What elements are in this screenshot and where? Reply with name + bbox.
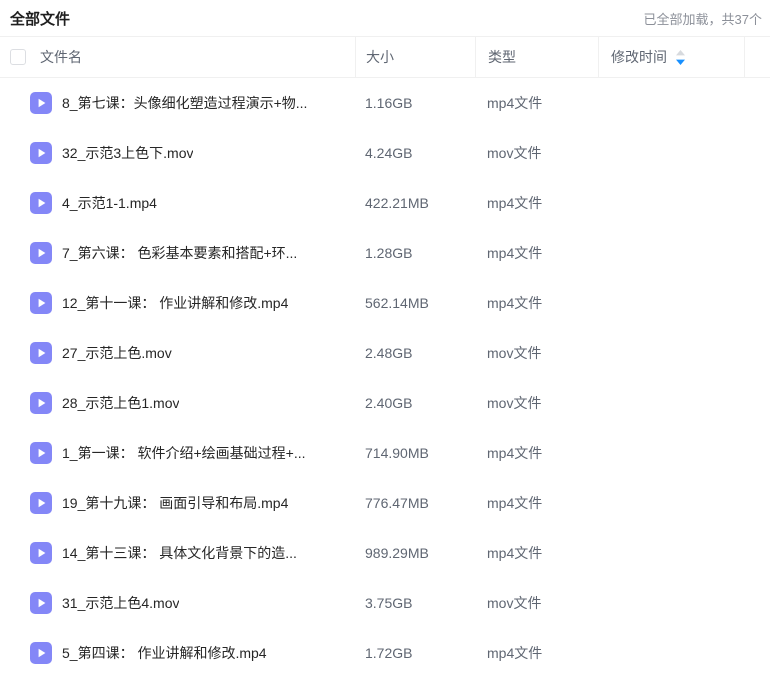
file-name[interactable]: 28_示范上色1.mov — [62, 393, 179, 413]
video-file-icon — [30, 142, 52, 164]
file-name[interactable]: 1_第一课： 软件介绍+绘画基础过程+... — [62, 443, 305, 463]
file-type: mov文件 — [475, 143, 598, 163]
file-type: mov文件 — [475, 593, 598, 613]
column-header-modified[interactable]: 修改时间 — [598, 37, 744, 77]
file-name-cell[interactable]: 5_第四课： 作业讲解和修改.mp4 — [0, 642, 355, 664]
video-file-icon — [30, 192, 52, 214]
column-header-size[interactable]: 大小 — [355, 37, 475, 77]
file-list: 8_第七课：头像细化塑造过程演示+物... 1.16GB mp4文件 32_示范… — [0, 78, 770, 678]
file-name-cell[interactable]: 19_第十九课： 画面引导和布局.mp4 — [0, 492, 355, 514]
file-name[interactable]: 31_示范上色4.mov — [62, 593, 179, 613]
video-file-icon — [30, 642, 52, 664]
video-file-icon — [30, 492, 52, 514]
topbar: 全部文件 已全部加载，共37个 — [0, 0, 770, 36]
video-file-icon — [30, 592, 52, 614]
file-name-cell[interactable]: 7_第六课： 色彩基本要素和搭配+环... — [0, 242, 355, 264]
table-header: 文件名 大小 类型 修改时间 — [0, 36, 770, 78]
file-name-cell[interactable]: 8_第七课：头像细化塑造过程演示+物... — [0, 92, 355, 114]
file-type: mov文件 — [475, 393, 598, 413]
file-name-cell[interactable]: 1_第一课： 软件介绍+绘画基础过程+... — [0, 442, 355, 464]
file-type: mp4文件 — [475, 543, 598, 563]
table-row[interactable]: 31_示范上色4.mov 3.75GB mov文件 — [0, 578, 770, 628]
video-file-icon — [30, 442, 52, 464]
file-size: 562.14MB — [355, 295, 475, 311]
file-name[interactable]: 27_示范上色.mov — [62, 343, 172, 363]
file-type: mov文件 — [475, 343, 598, 363]
file-name[interactable]: 14_第十三课： 具体文化背景下的造... — [62, 543, 297, 563]
file-size: 776.47MB — [355, 495, 475, 511]
video-file-icon — [30, 92, 52, 114]
file-type: mp4文件 — [475, 643, 598, 663]
video-file-icon — [30, 542, 52, 564]
sort-caret-icon[interactable] — [675, 49, 686, 66]
file-type: mp4文件 — [475, 193, 598, 213]
file-name[interactable]: 5_第四课： 作业讲解和修改.mp4 — [62, 643, 267, 663]
file-name-cell[interactable]: 28_示范上色1.mov — [0, 392, 355, 414]
file-name[interactable]: 19_第十九课： 画面引导和布局.mp4 — [62, 493, 288, 513]
file-type: mp4文件 — [475, 443, 598, 463]
table-row[interactable]: 5_第四课： 作业讲解和修改.mp4 1.72GB mp4文件 — [0, 628, 770, 678]
file-name-cell[interactable]: 27_示范上色.mov — [0, 342, 355, 364]
file-name[interactable]: 8_第七课：头像细化塑造过程演示+物... — [62, 93, 307, 113]
table-row[interactable]: 28_示范上色1.mov 2.40GB mov文件 — [0, 378, 770, 428]
file-size: 422.21MB — [355, 195, 475, 211]
file-name-cell[interactable]: 12_第十一课： 作业讲解和修改.mp4 — [0, 292, 355, 314]
file-size: 989.29MB — [355, 545, 475, 561]
column-label-modified: 修改时间 — [611, 47, 667, 67]
file-type: mp4文件 — [475, 93, 598, 113]
column-label-size: 大小 — [366, 47, 394, 67]
column-label-type: 类型 — [488, 47, 516, 67]
table-row[interactable]: 4_示范1-1.mp4 422.21MB mp4文件 — [0, 178, 770, 228]
column-header-spacer — [744, 37, 770, 77]
file-name-cell[interactable]: 4_示范1-1.mp4 — [0, 192, 355, 214]
file-type: mp4文件 — [475, 293, 598, 313]
file-size: 4.24GB — [355, 145, 475, 161]
column-header-type[interactable]: 类型 — [475, 37, 598, 77]
file-name-cell[interactable]: 14_第十三课： 具体文化背景下的造... — [0, 542, 355, 564]
file-name-cell[interactable]: 31_示范上色4.mov — [0, 592, 355, 614]
file-name-cell[interactable]: 32_示范3上色下.mov — [0, 142, 355, 164]
file-size: 2.48GB — [355, 345, 475, 361]
video-file-icon — [30, 292, 52, 314]
table-row[interactable]: 7_第六课： 色彩基本要素和搭配+环... 1.28GB mp4文件 — [0, 228, 770, 278]
video-file-icon — [30, 242, 52, 264]
file-size: 1.28GB — [355, 245, 475, 261]
table-row[interactable]: 27_示范上色.mov 2.48GB mov文件 — [0, 328, 770, 378]
table-row[interactable]: 32_示范3上色下.mov 4.24GB mov文件 — [0, 128, 770, 178]
file-size: 3.75GB — [355, 595, 475, 611]
file-type: mp4文件 — [475, 243, 598, 263]
table-row[interactable]: 19_第十九课： 画面引导和布局.mp4 776.47MB mp4文件 — [0, 478, 770, 528]
file-name[interactable]: 32_示范3上色下.mov — [62, 143, 193, 163]
table-row[interactable]: 1_第一课： 软件介绍+绘画基础过程+... 714.90MB mp4文件 — [0, 428, 770, 478]
load-status-text: 已全部加载，共37个 — [644, 9, 762, 28]
column-header-filename: 文件名 — [0, 37, 355, 77]
table-row[interactable]: 8_第七课：头像细化塑造过程演示+物... 1.16GB mp4文件 — [0, 78, 770, 128]
file-name[interactable]: 4_示范1-1.mp4 — [62, 193, 157, 213]
table-row[interactable]: 14_第十三课： 具体文化背景下的造... 989.29MB mp4文件 — [0, 528, 770, 578]
file-size: 1.16GB — [355, 95, 475, 111]
file-size: 1.72GB — [355, 645, 475, 661]
file-type: mp4文件 — [475, 493, 598, 513]
file-size: 714.90MB — [355, 445, 475, 461]
table-row[interactable]: 12_第十一课： 作业讲解和修改.mp4 562.14MB mp4文件 — [0, 278, 770, 328]
file-name[interactable]: 12_第十一课： 作业讲解和修改.mp4 — [62, 293, 288, 313]
video-file-icon — [30, 342, 52, 364]
column-label-filename[interactable]: 文件名 — [40, 47, 82, 67]
page-title: 全部文件 — [10, 8, 70, 29]
video-file-icon — [30, 392, 52, 414]
file-name[interactable]: 7_第六课： 色彩基本要素和搭配+环... — [62, 243, 297, 263]
file-size: 2.40GB — [355, 395, 475, 411]
select-all-checkbox[interactable] — [10, 49, 26, 65]
